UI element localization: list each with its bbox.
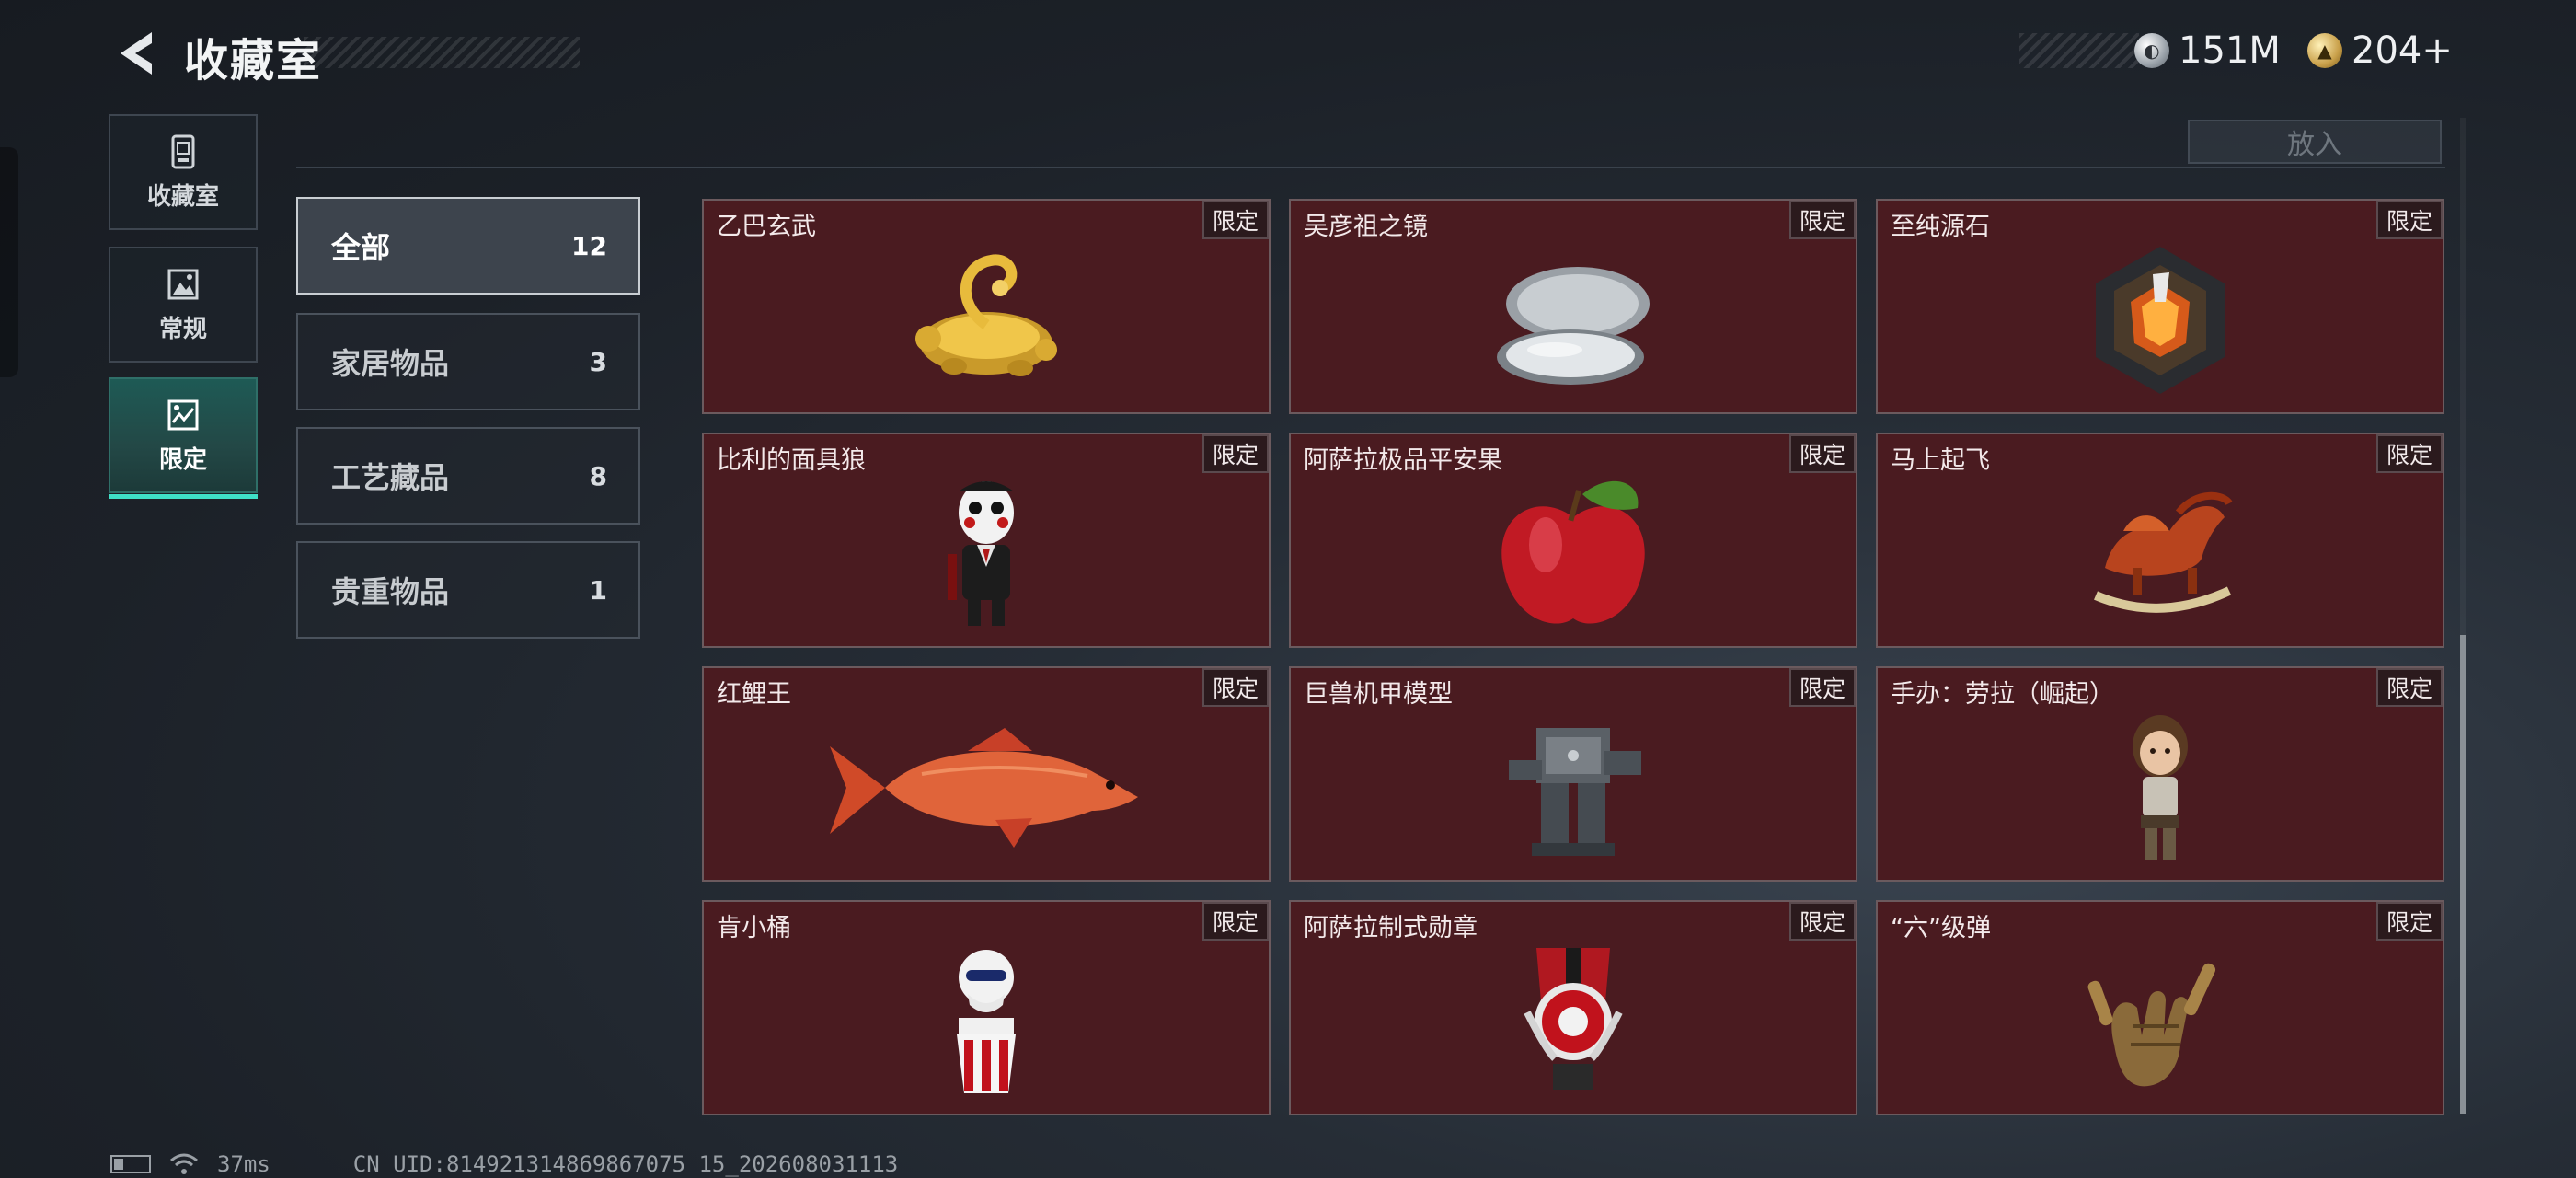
sidebar-tab-label: 收藏室 bbox=[146, 182, 219, 211]
mech-model-icon bbox=[1509, 728, 1641, 856]
wifi-icon bbox=[170, 1153, 198, 1174]
category-name: 工艺藏品 bbox=[331, 460, 450, 495]
currency-silver-value: 151M bbox=[2179, 29, 2281, 72]
sidebar-tab-label: 限定 bbox=[158, 445, 207, 474]
source-stone-crystal-icon bbox=[2096, 247, 2225, 394]
limited-image-icon bbox=[167, 399, 199, 430]
status-footer: 37ms CN UID:814921314869867075 15_202608… bbox=[110, 1150, 898, 1178]
category-name: 家居物品 bbox=[331, 346, 450, 381]
battery-icon bbox=[110, 1155, 151, 1173]
category-count: 3 bbox=[589, 346, 607, 377]
category-home-items[interactable]: 家居物品 3 bbox=[296, 313, 640, 410]
item-card[interactable]: 肯小桶 限定 bbox=[702, 900, 1271, 1115]
sidebar-tab-collection-room[interactable]: 收藏室 bbox=[109, 114, 258, 230]
item-card[interactable]: 乙巴玄武 限定 bbox=[702, 199, 1271, 414]
sidebar-tab-label: 常规 bbox=[158, 315, 207, 343]
kfc-bucket-figure-icon bbox=[957, 950, 1016, 1093]
item-card[interactable]: 红鲤王 限定 bbox=[702, 666, 1271, 882]
back-button[interactable] bbox=[109, 26, 164, 81]
top-divider bbox=[296, 167, 2445, 168]
side-edge-handle[interactable] bbox=[0, 147, 18, 377]
item-card[interactable]: 阿萨拉制式勋章 限定 bbox=[1289, 900, 1857, 1115]
medal-icon bbox=[1524, 948, 1623, 1090]
collection-room-icon bbox=[171, 134, 195, 168]
compact-mirror-icon bbox=[1497, 267, 1650, 385]
category-valuables[interactable]: 贵重物品 1 bbox=[296, 541, 640, 639]
gold-coin-icon: ▲ bbox=[2307, 33, 2342, 68]
category-count: 12 bbox=[571, 230, 607, 261]
scrollbar-thumb[interactable] bbox=[2460, 635, 2466, 1114]
regular-image-icon bbox=[167, 269, 199, 299]
lara-figure-icon bbox=[2133, 715, 2188, 860]
item-card[interactable]: 马上起飞 限定 bbox=[1876, 433, 2444, 648]
sidebar-tab-regular[interactable]: 常规 bbox=[109, 247, 258, 363]
item-card[interactable]: 手办：劳拉（崛起） 限定 bbox=[1876, 666, 2444, 882]
currency-gold-value: 204+ bbox=[2352, 29, 2453, 72]
ping-text: 37ms bbox=[217, 1151, 270, 1177]
item-card[interactable]: 阿萨拉极品平安果 限定 bbox=[1289, 433, 1857, 648]
category-count: 8 bbox=[589, 460, 607, 491]
item-card[interactable]: 吴彦祖之镜 限定 bbox=[1289, 199, 1857, 414]
page-title: 收藏室 bbox=[184, 35, 323, 87]
category-name: 全部 bbox=[331, 230, 391, 265]
currency-decoration bbox=[2019, 33, 2139, 68]
category-craft-collectibles[interactable]: 工艺藏品 8 bbox=[296, 427, 640, 525]
golden-turtle-snake-icon bbox=[915, 254, 1057, 376]
sidebar-tab-limited[interactable]: 限定 bbox=[109, 377, 258, 499]
silver-coin-icon: ◐ bbox=[2134, 33, 2169, 68]
category-all[interactable]: 全部 12 bbox=[296, 197, 640, 294]
back-arrow-icon bbox=[121, 32, 152, 75]
puppet-figure-icon bbox=[948, 481, 1014, 626]
item-card[interactable]: “六”级弹 限定 bbox=[1876, 900, 2444, 1115]
item-card[interactable]: 巨兽机甲模型 限定 bbox=[1289, 666, 1857, 882]
item-card[interactable]: 至纯源石 限定 bbox=[1876, 199, 2444, 414]
category-name: 贵重物品 bbox=[331, 574, 450, 609]
title-decoration bbox=[304, 37, 580, 68]
currency-gold[interactable]: ▲ 204+ bbox=[2307, 28, 2453, 74]
rocking-horse-icon bbox=[2094, 491, 2233, 613]
hand-gesture-bullets-icon bbox=[2087, 963, 2216, 1087]
category-count: 1 bbox=[589, 574, 607, 606]
red-carp-icon bbox=[830, 728, 1138, 848]
currency-silver[interactable]: ◐ 151M bbox=[2134, 28, 2281, 74]
red-apple-icon bbox=[1501, 480, 1645, 624]
put-in-button[interactable]: 放入 bbox=[2188, 120, 2442, 164]
uid-text: CN UID:814921314869867075 15_20260803111… bbox=[352, 1151, 899, 1177]
item-card[interactable]: 比利的面具狼 限定 bbox=[702, 433, 1271, 648]
